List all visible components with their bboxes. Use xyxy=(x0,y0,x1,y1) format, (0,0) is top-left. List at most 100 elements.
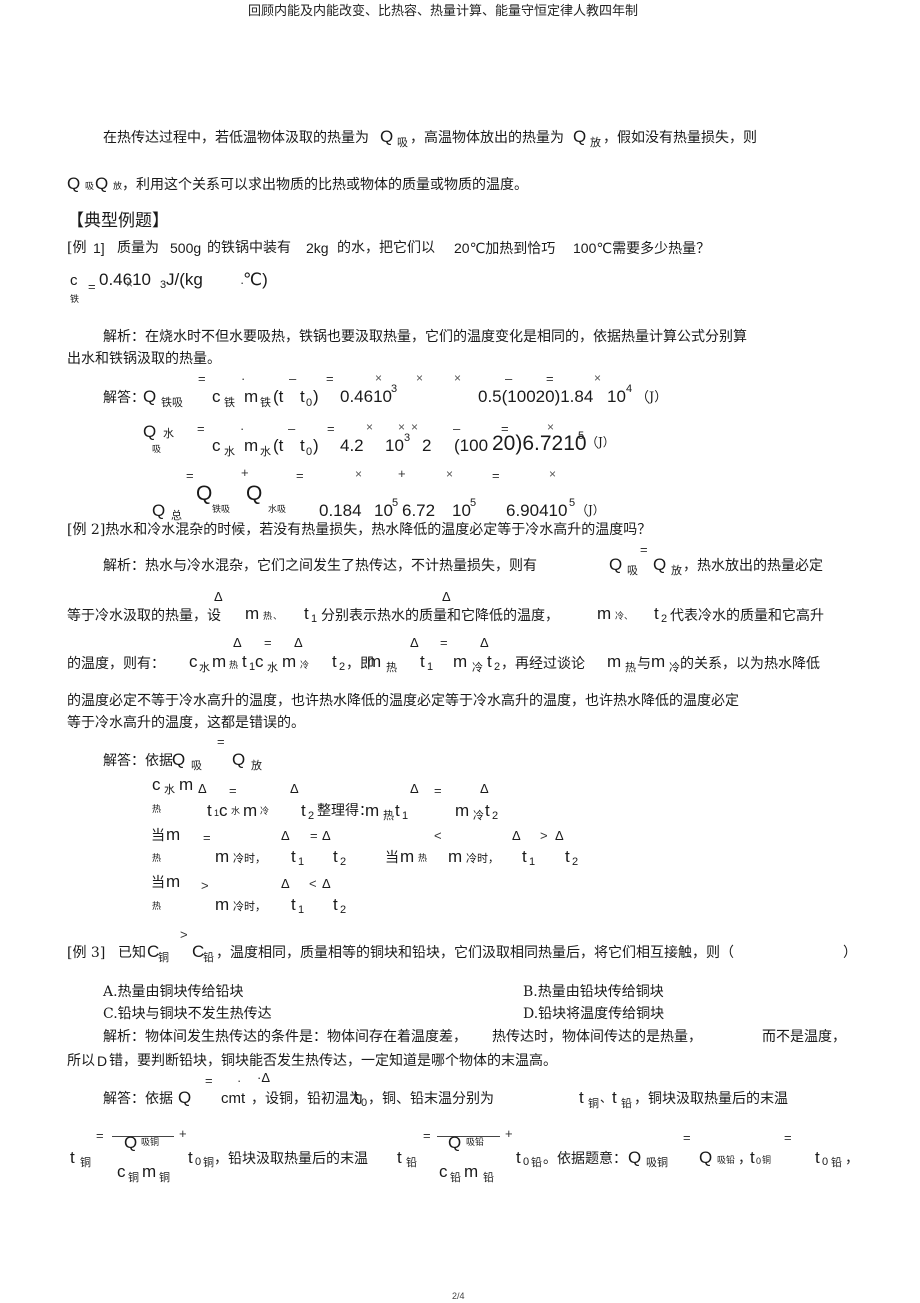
operator: + xyxy=(398,466,406,481)
term: 0.5(10020)1.84 xyxy=(478,387,594,406)
term: m xyxy=(142,1162,157,1181)
operator: × xyxy=(355,467,363,481)
delta-symbol: Δ xyxy=(480,635,489,650)
delta-symbol: Δ xyxy=(512,828,521,843)
operator: – xyxy=(505,371,513,386)
term: c xyxy=(439,1162,448,1181)
term: m xyxy=(179,775,194,794)
subscript: 铅 xyxy=(831,1156,842,1169)
term: c xyxy=(212,436,221,455)
term: m xyxy=(244,387,259,406)
page-number: 2/4 xyxy=(452,1291,465,1301)
term: c xyxy=(219,801,228,820)
subscript: 2 xyxy=(340,856,347,868)
term: D xyxy=(97,1053,108,1069)
term: 10 xyxy=(374,501,393,520)
unit: J/(kg xyxy=(166,270,203,289)
document-page: 回顾内能及内能改变、比热容、热量计算、能量守恒定律人教四年制 在热传达过程中，若… xyxy=(0,0,920,1303)
operator: × xyxy=(411,420,419,434)
symbol-q: Q xyxy=(124,1133,138,1152)
question-text: ，温度相同，质量相等的铜块和铅块，它们汲取相同热量后，将它们相互接触，则（ xyxy=(216,945,734,961)
subscript: 铜 xyxy=(80,1156,91,1169)
subscript: 铁吸 xyxy=(161,396,183,409)
unit: （J） xyxy=(636,390,668,405)
option-c[interactable]: C.铅块与铜块不发生热传达 xyxy=(103,1007,272,1021)
term: m xyxy=(166,825,181,844)
answer-label: 解答：依据 xyxy=(103,753,173,769)
term: t xyxy=(332,652,337,671)
subscript: 放 xyxy=(113,182,123,192)
superscript: 5 xyxy=(578,430,585,442)
term: (t xyxy=(273,387,284,406)
operator: = xyxy=(264,635,272,650)
operator: = xyxy=(440,635,448,650)
case-text: 当 xyxy=(151,828,165,844)
delta-symbol: Δ xyxy=(281,828,290,843)
operator: = xyxy=(310,828,318,843)
analysis-text: 所以 xyxy=(67,1053,95,1069)
intro-text: ，假如没有热量损失，则 xyxy=(603,130,757,146)
symbol-q: Q xyxy=(143,387,157,406)
delta-symbol: Δ xyxy=(322,876,331,891)
question-text: 已知 xyxy=(118,945,146,961)
term: 6.72 xyxy=(402,501,436,520)
term: m xyxy=(453,652,468,671)
delta-symbol: Δ xyxy=(294,635,303,650)
term: t xyxy=(70,1148,75,1167)
subscript: 吸 xyxy=(191,759,202,772)
q-text: 的铁锅中装有 xyxy=(207,240,291,256)
analysis-text: 。依据题意： xyxy=(543,1151,627,1167)
subscript: 2 xyxy=(339,661,346,673)
symbol-q: Q xyxy=(448,1133,462,1152)
term: c xyxy=(212,387,221,406)
term: m xyxy=(597,604,612,623)
subscript: 冷 xyxy=(615,612,625,622)
option-a[interactable]: A.热量由铜块传给铅块 xyxy=(103,985,244,999)
delta-symbol: Δ xyxy=(322,828,331,843)
answer-label: 解答：依据 xyxy=(103,1091,173,1107)
operator: = xyxy=(326,371,334,386)
option-d[interactable]: D.铅块将温度传给铜块 xyxy=(523,1007,664,1021)
symbol-q: Q xyxy=(699,1148,713,1167)
term: 6.90410 xyxy=(506,501,568,520)
subscript: 铜 xyxy=(128,1171,139,1184)
intro-text: ，利用这个关系可以求出物质的比热或物体的质量或物质的温度。 xyxy=(122,177,528,193)
subscript: 冷 xyxy=(669,661,680,674)
term: m xyxy=(400,847,415,866)
case-text: 当 xyxy=(385,850,399,866)
option-b[interactable]: B.热量由铅块传给铜块 xyxy=(523,985,664,999)
subscript: 水 xyxy=(164,783,175,796)
superscript: 5 xyxy=(569,497,576,509)
symbol-q: Q xyxy=(653,555,667,574)
q-value: 500g xyxy=(170,240,202,256)
subscript: 铅 xyxy=(450,1171,461,1184)
subscript: 水吸 xyxy=(268,505,287,515)
superscript: 3 xyxy=(404,432,411,444)
subscript: 冷 xyxy=(260,807,270,817)
term: 0.184 xyxy=(319,501,362,520)
subscript: 铜 xyxy=(159,1171,170,1184)
subscript: 水 xyxy=(163,427,174,440)
term: c xyxy=(189,652,198,671)
analysis-text: 的温度必定不等于冷水高升的温度，也许热水降低的温度必定等于冷水高升的温度，也许热… xyxy=(67,693,739,709)
operator: > xyxy=(201,878,209,893)
subscript: 铜 xyxy=(762,1156,772,1166)
term: t xyxy=(333,847,338,866)
term: t xyxy=(354,1088,359,1107)
subscript: 冷 xyxy=(300,661,310,671)
analysis-text: 错，要判断铅块，铜块能否发生热传达，一定知道是哪个物体的末温高。 xyxy=(109,1053,557,1069)
delta-symbol: Δ xyxy=(410,781,419,796)
delta-symbol: Δ xyxy=(281,876,290,891)
term: t xyxy=(291,895,296,914)
subscript: 水 xyxy=(199,661,210,674)
value: 0.4610 xyxy=(99,270,151,289)
question-text: [例 2]热水和冷水混杂的时候，若没有热量损失，热水降低的温度必定等于冷水高升的… xyxy=(67,522,652,538)
subscript: 吸铜 xyxy=(141,1138,160,1148)
subscript: 1 xyxy=(298,904,305,916)
analysis-text: ，设铜，铅初温为 xyxy=(251,1091,363,1107)
operator: = xyxy=(683,1130,691,1145)
term: t xyxy=(397,1148,402,1167)
symbol-q: Q xyxy=(143,422,157,441)
term: t xyxy=(516,1148,521,1167)
delta-symbol: Δ xyxy=(410,635,419,650)
